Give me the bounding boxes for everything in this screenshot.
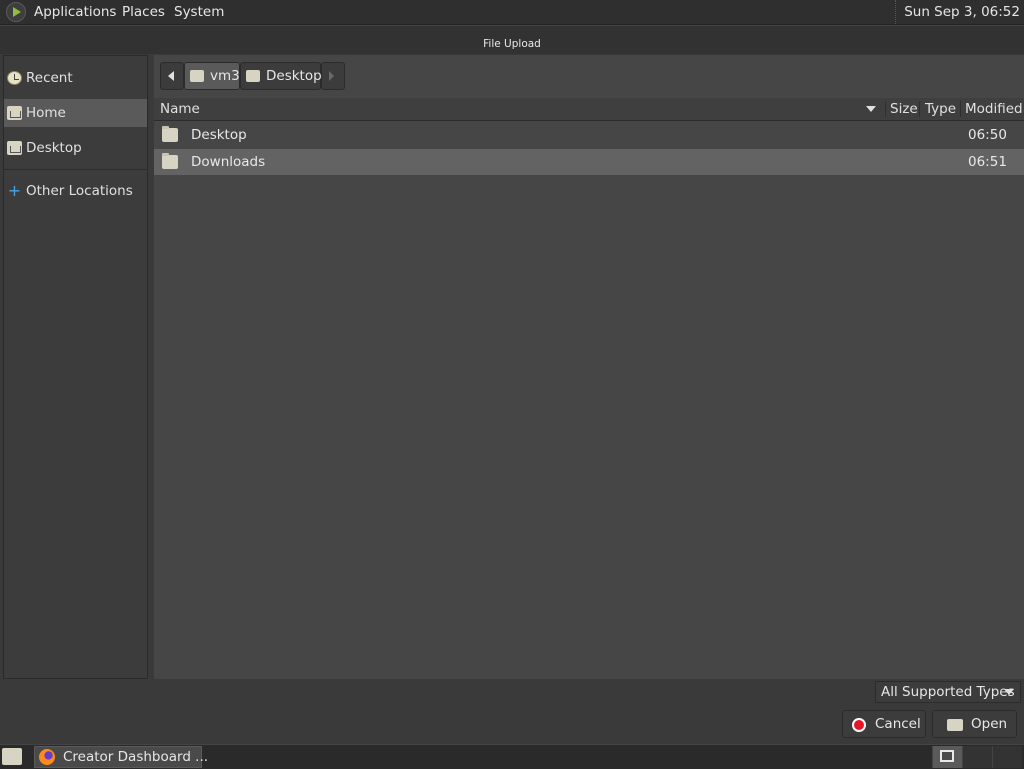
sort-descending-icon[interactable] [866, 106, 876, 112]
sidebar-item-label: Home [26, 105, 66, 121]
column-header: Name Size Type Modified [154, 98, 1024, 121]
open-label: Open [971, 716, 1008, 732]
desktop-folder-icon [162, 126, 178, 142]
path-segment-label: vm3 [210, 68, 240, 84]
firefox-icon [39, 749, 55, 765]
sidebar-item-label: Recent [26, 70, 73, 86]
places-sidebar: Recent Home Desktop + Other Locations [3, 55, 148, 679]
column-modified[interactable]: Modified [965, 98, 1023, 120]
file-type-filter[interactable]: All Supported Types [875, 681, 1021, 703]
clock[interactable]: Sun Sep 3, 06:52 [895, 0, 1020, 24]
dialog-title: File Upload [483, 38, 541, 50]
path-segment-label: Desktop [266, 68, 322, 84]
chevron-right-icon [329, 71, 334, 81]
open-button[interactable]: Open [932, 710, 1017, 738]
taskbar-window-label: Creator Dashboard ... [63, 749, 209, 765]
column-divider [919, 101, 920, 117]
column-name[interactable]: Name [160, 98, 200, 120]
sidebar-item-recent[interactable]: Recent [4, 64, 147, 92]
workspace-3[interactable] [992, 746, 1022, 768]
folder-open-icon [947, 719, 963, 731]
chevron-down-icon [1004, 689, 1014, 695]
path-back-button[interactable] [160, 62, 184, 90]
table-row[interactable]: Downloads 06:51 [154, 149, 1024, 175]
bottom-taskbar: Creator Dashboard ... [0, 744, 1024, 769]
sidebar-divider [4, 169, 147, 170]
sidebar-item-other-locations[interactable]: + Other Locations [4, 177, 147, 205]
sidebar-item-home[interactable]: Home [4, 99, 147, 127]
desktop-folder-icon [246, 70, 260, 82]
applications-menu[interactable]: Applications [34, 0, 116, 24]
table-row[interactable]: Desktop 06:50 [154, 122, 1024, 148]
file-name: Downloads [191, 154, 266, 170]
folder-icon [162, 153, 178, 169]
file-name: Desktop [191, 127, 247, 143]
chevron-left-icon [168, 71, 174, 81]
path-segment-desktop[interactable]: Desktop [240, 62, 322, 90]
plus-icon: + [7, 181, 22, 200]
show-desktop-icon[interactable] [2, 748, 22, 765]
sidebar-item-label: Other Locations [26, 183, 133, 199]
cancel-button[interactable]: Cancel [842, 710, 926, 738]
file-modified: 06:50 [968, 127, 1007, 143]
distro-logo-icon[interactable] [6, 2, 26, 22]
path-forward-button[interactable] [321, 62, 345, 90]
sidebar-item-desktop[interactable]: Desktop [4, 134, 147, 162]
file-modified: 06:51 [968, 154, 1007, 170]
system-menu[interactable]: System [174, 0, 224, 24]
cancel-label: Cancel [875, 716, 921, 732]
path-segment-vm3[interactable]: vm3 [184, 62, 240, 90]
places-menu[interactable]: Places [122, 0, 165, 24]
column-divider [960, 101, 961, 117]
column-size[interactable]: Size [890, 98, 918, 120]
column-type[interactable]: Type [925, 98, 956, 120]
column-divider [885, 101, 886, 117]
home-folder-icon [7, 106, 22, 120]
file-browser: vm3 Desktop Name Size Type Modified Desk… [154, 55, 1024, 679]
sidebar-item-label: Desktop [26, 140, 82, 156]
top-panel: Applications Places System Sun Sep 3, 06… [0, 0, 1024, 25]
filter-selected: All Supported Types [881, 684, 1015, 700]
cancel-icon [852, 718, 866, 732]
dialog-titlebar[interactable]: File Upload [0, 25, 1024, 54]
clock-icon [7, 71, 22, 85]
workspace-1[interactable] [932, 746, 962, 768]
taskbar-window-firefox[interactable]: Creator Dashboard ... [34, 746, 208, 768]
desktop-folder-icon [7, 141, 22, 155]
workspace-2[interactable] [962, 746, 992, 768]
home-folder-icon [190, 70, 204, 82]
